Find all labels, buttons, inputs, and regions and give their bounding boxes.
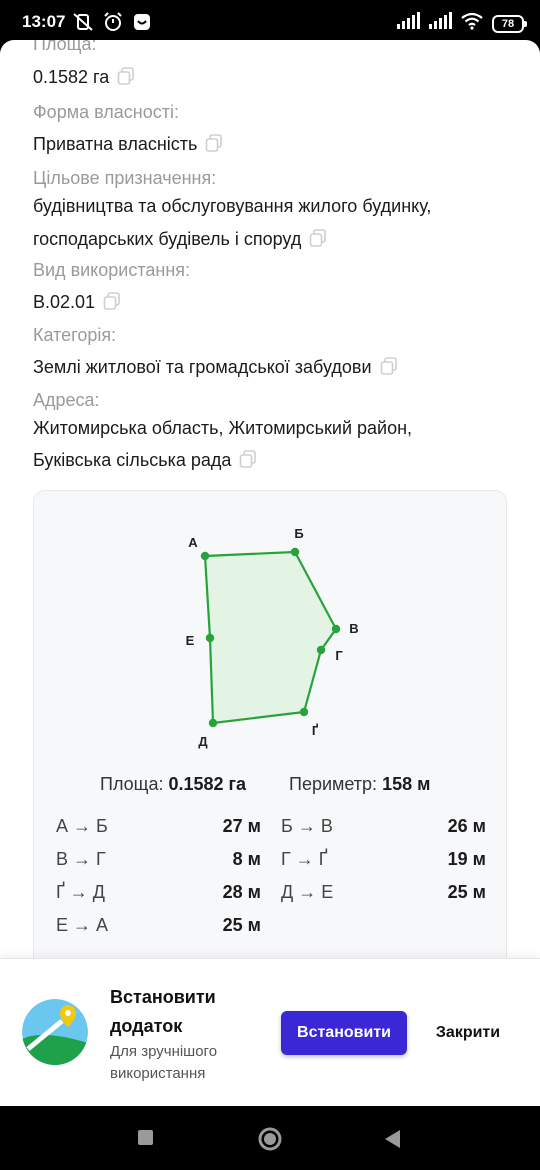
address-value-text: Буківська сільська рада: [33, 450, 232, 470]
battery-level: 78: [501, 17, 515, 30]
usage-value: В.02.01: [33, 292, 121, 315]
polygon-vertex-point: [205, 633, 215, 643]
polygon-vertex-point: [331, 624, 341, 634]
side-value: 27 м: [222, 816, 261, 836]
polygon-vertex-label: Е: [186, 633, 195, 648]
side-length-item: Е → А 25 м: [56, 915, 261, 941]
banner-subtitle-line1: Для зручнішого: [110, 1043, 218, 1060]
back-triangle-icon[interactable]: [382, 1128, 402, 1155]
polygon-vertex-point: [290, 547, 300, 557]
copy-icon[interactable]: [117, 67, 135, 90]
side-length-item: В → Г 8 м: [56, 849, 261, 875]
category-label: Категорія:: [33, 325, 117, 345]
copy-icon[interactable]: [239, 450, 257, 473]
alarm-icon: [102, 12, 124, 32]
address-value-line2: Буківська сільська рада: [33, 450, 257, 473]
polygon-vertex-label: А: [188, 535, 198, 550]
area-value-text: 0.1582 га: [33, 67, 110, 87]
polygon-vertex-point: [200, 551, 210, 561]
app-logo-icon: [22, 999, 88, 1065]
recents-square-icon[interactable]: [136, 1128, 156, 1153]
status-time: 13:07: [22, 12, 66, 31]
copy-icon[interactable]: [103, 292, 121, 315]
side-length-item: Д → Е 25 м: [281, 882, 486, 908]
side-value: 8 м: [232, 849, 261, 869]
copy-icon[interactable]: [205, 134, 223, 157]
usage-value-text: В.02.01: [33, 292, 96, 312]
parcel-details-sheet[interactable]: Площа: 0.1582 га Форма власності: Приват…: [0, 40, 540, 960]
summary-perimeter-value: 158 м: [382, 774, 431, 794]
side-name: Г → Ґ: [281, 849, 328, 869]
copy-icon[interactable]: [309, 229, 327, 252]
purpose-value-line2: господарських будівель і споруд: [33, 229, 327, 252]
install-button[interactable]: Встановити: [281, 1011, 407, 1055]
side-length-item: А → Б 27 м: [56, 816, 261, 842]
polygon-vertex-point: [316, 645, 326, 655]
banner-title-line1: Встановити: [110, 987, 216, 1007]
area-label: Площа:: [33, 40, 97, 54]
summary-area: Площа: 0.1582 га: [100, 774, 246, 795]
side-value: 28 м: [222, 882, 261, 902]
side-value: 26 м: [447, 816, 486, 836]
install-app-banner: Встановити додаток Для зручнішого викори…: [0, 958, 540, 1106]
address-value-line1: Житомирська область, Житомирський район,: [33, 418, 413, 438]
ownership-value-text: Приватна власність: [33, 134, 198, 154]
side-name: Е → А: [56, 915, 109, 935]
purpose-label: Цільове призначення:: [33, 168, 217, 188]
close-banner-button[interactable]: Закрити: [426, 1011, 510, 1055]
area-value: 0.1582 га: [33, 67, 135, 90]
summary-area-value: 0.1582 га: [168, 774, 247, 794]
side-value: 19 м: [447, 849, 486, 869]
summary-area-label: Площа:: [100, 774, 164, 794]
banner-title: Встановити додаток: [110, 983, 270, 1041]
purpose-value-line1: будівництва та обслуговування жилого буд…: [33, 196, 432, 216]
polygon-vertex-label: Г: [335, 648, 343, 663]
polygon-vertex-label: Ґ: [312, 723, 319, 738]
side-name: Д → Е: [281, 882, 334, 902]
side-name: Ґ → Д: [56, 882, 105, 902]
polygon-vertex-point: [299, 707, 309, 717]
parcel-shape-card: А Б ВГ Ґ Д Е Площа: 0.1582 га Периметр: 158 м…: [33, 490, 507, 960]
status-bar: 13:07 78: [0, 0, 540, 44]
side-name: А → Б: [56, 816, 108, 836]
side-length-item: Ґ → Д 28 м: [56, 882, 261, 908]
copy-icon[interactable]: [380, 357, 398, 380]
side-name: Б → В: [281, 816, 333, 836]
polygon-vertex-label: Д: [198, 734, 208, 749]
polygon-vertex-label: Б: [294, 526, 303, 541]
summary-perimeter: Периметр: 158 м: [289, 774, 430, 795]
parcel-polygon: [203, 550, 338, 725]
system-nav-bar: [0, 1106, 540, 1170]
address-label: Адреса:: [33, 390, 100, 410]
banner-title-line2: додаток: [110, 1016, 183, 1036]
category-value-text: Землі житлової та громадської забудови: [33, 357, 372, 377]
banner-subtitle: Для зручнішого використання: [110, 1041, 270, 1085]
side-value: 25 м: [447, 882, 486, 902]
side-value: 25 м: [222, 915, 261, 935]
signal-icon: [428, 12, 452, 35]
battery-icon: 78: [492, 14, 527, 33]
polygon-vertex-label: В: [349, 621, 358, 636]
summary-perimeter-label: Периметр:: [289, 774, 378, 794]
vibrate-off-icon: [72, 12, 94, 32]
purpose-value-text: господарських будівель і споруд: [33, 229, 302, 249]
ownership-label: Форма власності:: [33, 102, 179, 122]
ownership-value: Приватна власність: [33, 134, 223, 157]
category-value: Землі житлової та громадської забудови: [33, 357, 398, 380]
usage-label: Вид використання:: [33, 260, 191, 280]
side-name: В → Г: [56, 849, 106, 869]
side-length-item: Г → Ґ 19 м: [281, 849, 486, 875]
notification-icon: [132, 12, 152, 32]
parcel-polygon-diagram: А Б ВГ Ґ Д Е: [186, 526, 359, 749]
signal-icon: [396, 12, 420, 35]
polygon-vertex-point: [208, 718, 218, 728]
side-length-item: Б → В 26 м: [281, 816, 486, 842]
home-circle-icon[interactable]: [257, 1126, 283, 1157]
wifi-icon: [460, 12, 484, 35]
banner-subtitle-line2: використання: [110, 1065, 206, 1082]
